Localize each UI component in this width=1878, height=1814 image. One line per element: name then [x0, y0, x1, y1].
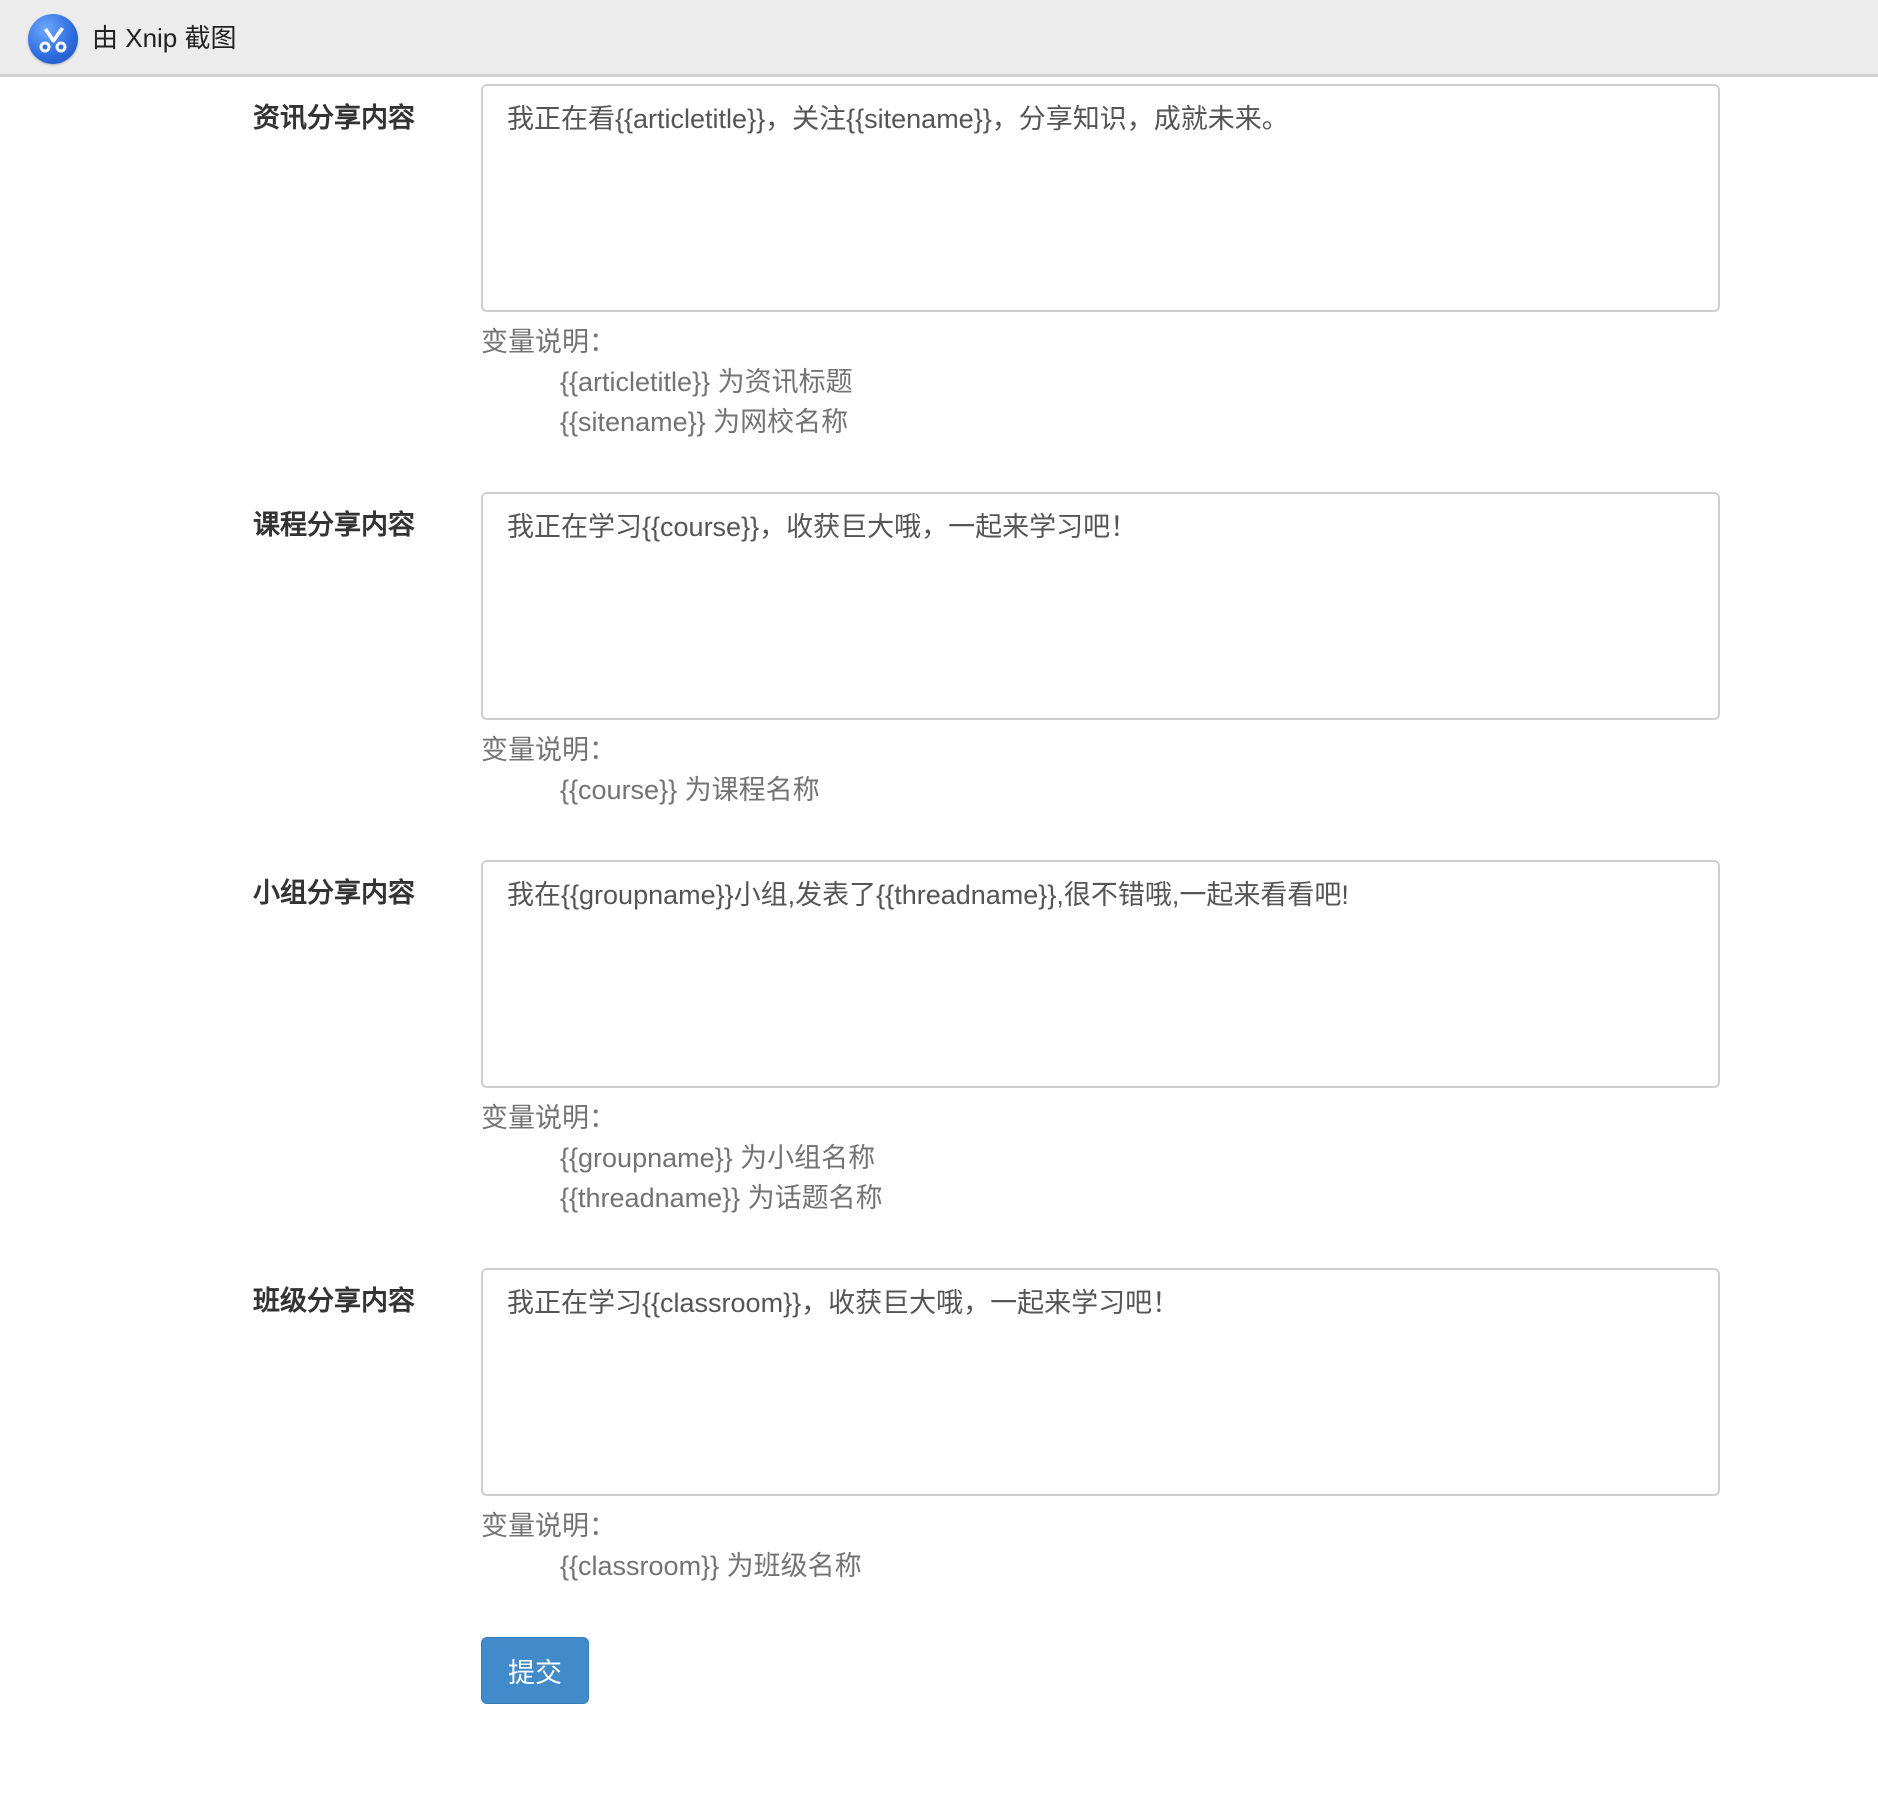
variables-help-title: 变量说明： [481, 327, 616, 357]
submit-button[interactable]: 提交 [481, 1637, 589, 1704]
toolbar-title: 由 Xnip 截图 [92, 23, 237, 53]
article-share-textarea[interactable] [481, 84, 1720, 312]
xnip-logo-icon [28, 14, 78, 64]
variable-help-item: {{articletitle}} 为资讯标题 [560, 367, 853, 397]
variables-help-title: 变量说明： [481, 735, 616, 765]
variable-help-item: {{groupname}} 为小组名称 [560, 1143, 876, 1173]
variable-help-item: {{threadname}} 为话题名称 [560, 1183, 883, 1213]
group-share-textarea[interactable] [481, 860, 1720, 1088]
variable-help-item: {{classroom}} 为班级名称 [560, 1551, 862, 1581]
field-label-group-share: 小组分享内容 [253, 878, 415, 908]
classroom-share-textarea[interactable] [481, 1268, 1720, 1496]
variables-help-title: 变量说明： [481, 1103, 616, 1133]
screenshot-toolbar: 由 Xnip 截图 [0, 0, 1878, 77]
variable-help-item: {{sitename}} 为网校名称 [560, 407, 849, 437]
field-label-classroom-share: 班级分享内容 [253, 1286, 415, 1316]
field-label-article-share: 资讯分享内容 [253, 103, 415, 133]
course-share-textarea[interactable] [481, 492, 1720, 720]
variable-help-item: {{course}} 为课程名称 [560, 775, 820, 805]
field-label-course-share: 课程分享内容 [253, 510, 415, 540]
variables-help-title: 变量说明： [481, 1511, 616, 1541]
